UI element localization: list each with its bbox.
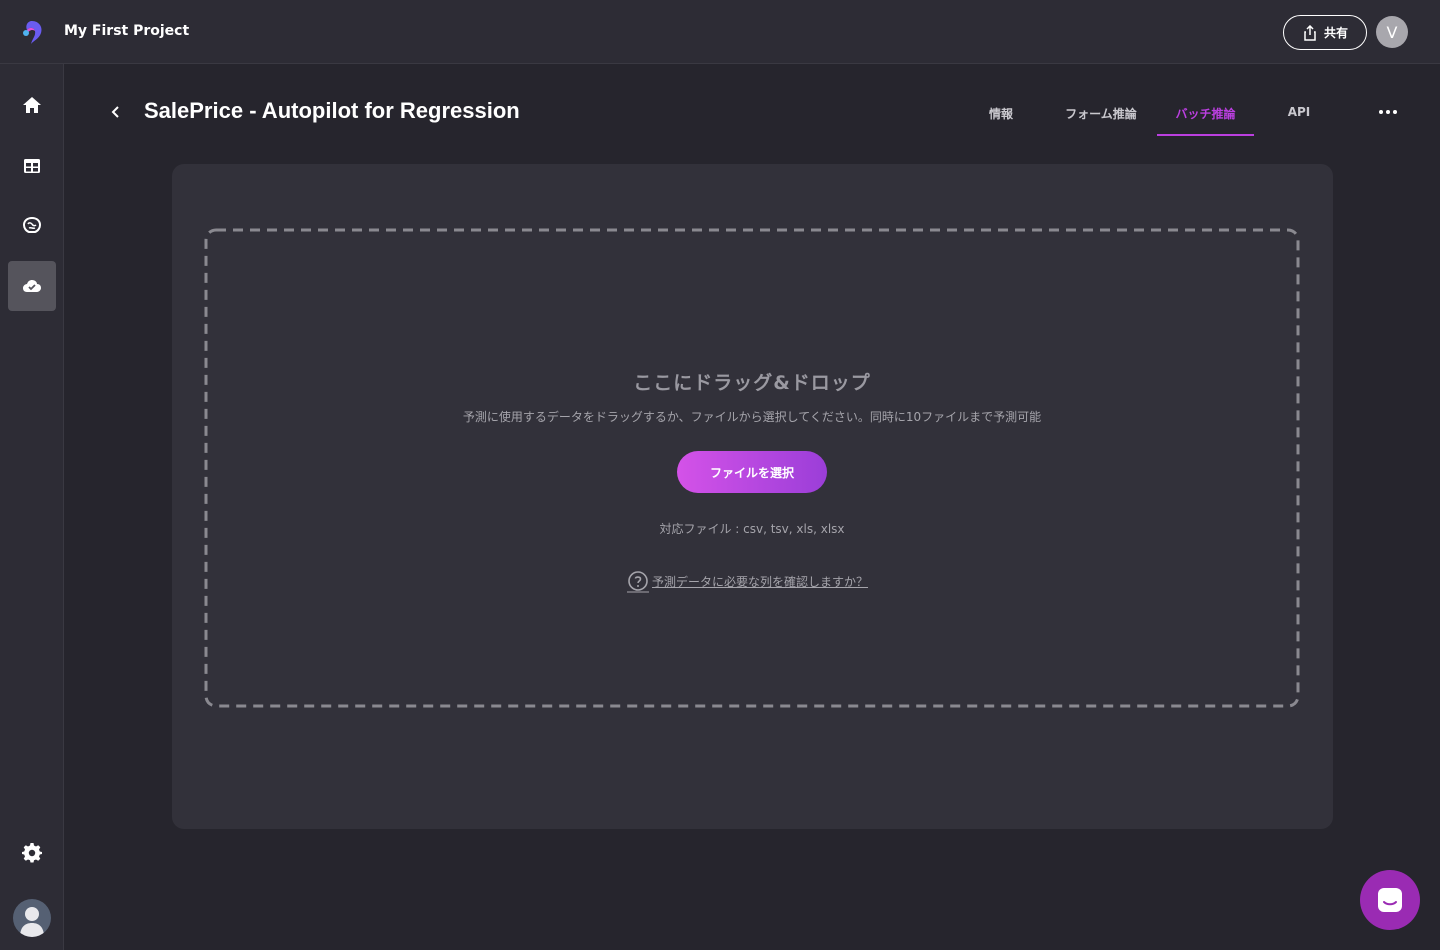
question-circle-icon: [627, 571, 649, 593]
sidebar-item-inference[interactable]: [8, 261, 56, 311]
cloud-check-icon: [23, 280, 41, 292]
chevron-left-icon: [111, 106, 119, 118]
more-dot-icon: [1393, 110, 1397, 114]
sidebar-user-avatar[interactable]: [13, 899, 51, 937]
sidebar: [0, 64, 64, 950]
home-icon: [23, 97, 41, 113]
tab-api[interactable]: API: [1272, 96, 1326, 136]
supported-formats: 対応ファイル : csv, tsv, xls, xlsx: [659, 522, 845, 536]
tab-form-inference[interactable]: フォーム推論: [1054, 96, 1148, 136]
tab-info[interactable]: 情報: [976, 96, 1026, 136]
upload-card: ここにドラッグ&ドロップ 予測に使用するデータをドラッグするか、ファイルから選択…: [172, 164, 1333, 829]
sidebar-item-home[interactable]: [8, 80, 56, 130]
gear-icon: [22, 843, 42, 863]
brain-icon: [22, 216, 42, 233]
person-icon: [20, 907, 44, 937]
tab-batch-inference[interactable]: バッチ推論: [1157, 96, 1254, 136]
page-title: SalePrice - Autopilot for Regression: [144, 98, 520, 123]
dropzone-description: 予測に使用するデータをドラッグするか、ファイルから選択してください。同時に10フ…: [462, 410, 1042, 424]
table-icon: [24, 159, 40, 173]
sidebar-item-data[interactable]: [8, 141, 56, 191]
sidebar-item-settings[interactable]: [8, 827, 56, 877]
sidebar-item-models[interactable]: [8, 200, 56, 250]
required-columns-link[interactable]: 予測データに必要な列を確認しますか？: [626, 568, 868, 594]
select-file-button[interactable]: ファイルを選択: [677, 451, 827, 493]
project-name[interactable]: My First Project: [64, 23, 189, 39]
more-options-button[interactable]: [1374, 100, 1402, 124]
top-bar: My First Project 共有 V: [0, 0, 1440, 64]
chat-icon: [1378, 888, 1402, 912]
share-button[interactable]: 共有: [1283, 15, 1367, 50]
more-dot-icon: [1379, 110, 1383, 114]
more-dot-icon: [1386, 110, 1390, 114]
chat-launcher-button[interactable]: [1360, 870, 1420, 930]
app-logo-icon[interactable]: [19, 19, 45, 45]
file-dropzone[interactable]: ここにドラッグ&ドロップ 予測に使用するデータをドラッグするか、ファイルから選択…: [204, 228, 1300, 708]
user-avatar[interactable]: V: [1376, 16, 1408, 48]
share-label: 共有: [1323, 26, 1348, 40]
dropzone-title: ここにドラッグ&ドロップ: [633, 372, 871, 394]
required-columns-link-label: 予測データに必要な列を確認しますか？: [652, 574, 869, 589]
share-icon: [1304, 24, 1316, 41]
back-button[interactable]: [104, 100, 128, 124]
